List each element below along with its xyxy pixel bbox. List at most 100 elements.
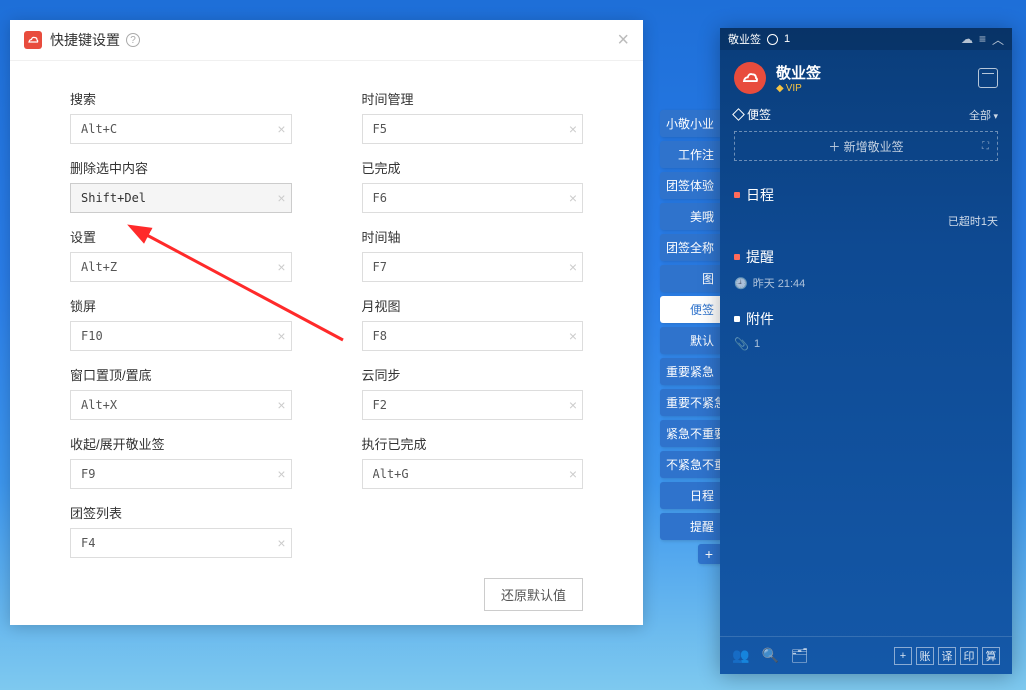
shortcut-input[interactable] bbox=[70, 390, 292, 420]
vip-badge: VIP bbox=[776, 83, 821, 94]
shortcut-input[interactable] bbox=[70, 114, 292, 144]
clear-icon[interactable]: × bbox=[277, 535, 285, 551]
category-tag[interactable]: 默认 bbox=[660, 327, 720, 354]
section-schedule[interactable]: 日程 bbox=[734, 185, 998, 205]
shortcut-label: 删除选中内容 bbox=[70, 158, 292, 177]
clear-icon[interactable]: × bbox=[569, 259, 577, 275]
shortcut-input[interactable] bbox=[70, 321, 292, 351]
shortcut-label: 执行已完成 bbox=[362, 434, 584, 453]
clear-icon[interactable]: × bbox=[569, 328, 577, 344]
clear-icon[interactable]: × bbox=[569, 397, 577, 413]
titlebar-badge: 1 bbox=[784, 33, 790, 45]
shortcut-input[interactable] bbox=[70, 252, 292, 282]
remind-time: 🕘 昨天 21:44 bbox=[734, 275, 998, 291]
clear-icon[interactable]: × bbox=[569, 121, 577, 137]
category-tag[interactable]: 小敬小业 bbox=[660, 110, 720, 137]
tab-notes[interactable]: 便签 bbox=[734, 106, 771, 123]
expand-icon: ⛶ bbox=[982, 141, 989, 152]
shortcut-input[interactable] bbox=[362, 321, 584, 351]
shortcut-input[interactable] bbox=[362, 183, 584, 213]
shortcut-input[interactable] bbox=[70, 459, 292, 489]
help-icon[interactable]: ? bbox=[126, 33, 140, 47]
shortcut-label: 云同步 bbox=[362, 365, 584, 384]
filter-all[interactable]: 全部 bbox=[969, 107, 998, 123]
sidebar-footer: 👥 🔍 🗂 +账译印算 bbox=[720, 636, 1012, 674]
search-icon[interactable]: 🔍 bbox=[761, 647, 778, 664]
clear-icon[interactable]: × bbox=[277, 328, 285, 344]
menu-icon[interactable]: ≡ bbox=[979, 32, 986, 46]
dialog-logo-icon bbox=[24, 31, 42, 49]
add-note-button[interactable]: ＋ 新增敬业签 ⛶ bbox=[734, 131, 998, 161]
shortcut-label: 设置 bbox=[70, 227, 292, 246]
paperclip-icon: 📎 bbox=[734, 337, 749, 351]
add-category-button[interactable]: + bbox=[698, 544, 720, 564]
section-remind[interactable]: 提醒 bbox=[734, 247, 998, 267]
collapse-icon[interactable]: ︿ bbox=[992, 31, 1004, 48]
shortcut-label: 时间轴 bbox=[362, 227, 584, 246]
category-tag[interactable]: 团签体验 bbox=[660, 172, 720, 199]
clear-icon[interactable]: × bbox=[277, 259, 285, 275]
category-tag[interactable]: 日程 bbox=[660, 482, 720, 509]
shortcut-input[interactable] bbox=[362, 459, 584, 489]
shortcut-column-left: 搜索×删除选中内容×设置×锁屏×窗口置顶/置底×收起/展开敬业签×团签列表× bbox=[70, 81, 292, 558]
category-tag[interactable]: 不紧急不重要 bbox=[660, 451, 720, 478]
category-tag[interactable]: 团签全称 bbox=[660, 234, 720, 261]
category-tag[interactable]: 图 bbox=[660, 265, 720, 292]
shortcut-input[interactable] bbox=[362, 252, 584, 282]
category-tag[interactable]: 提醒 bbox=[660, 513, 720, 540]
app-sidebar: 敬业签 1 ☁ ≡ ︿ 敬业签 VIP 便签 全部 ＋ 新增敬业签 ⛶ 日程 已… bbox=[720, 28, 1012, 674]
footer-tool-button[interactable]: + bbox=[894, 647, 912, 665]
category-tag[interactable]: 紧急不重要 bbox=[660, 420, 720, 447]
shortcut-column-right: 时间管理 × 已完成 × 时间轴 × 月视图 × 云同步 × 执行已完成 × bbox=[362, 81, 584, 558]
white-dot-icon bbox=[734, 316, 740, 322]
clock-icon: 🕘 bbox=[734, 277, 748, 290]
diamond-icon bbox=[732, 108, 745, 121]
calendar-icon[interactable] bbox=[978, 68, 998, 88]
category-tag[interactable]: 工作注 bbox=[660, 141, 720, 168]
restore-defaults-button[interactable]: 还原默认值 bbox=[484, 578, 583, 611]
sidebar-tabs: 便签 全部 bbox=[720, 106, 1012, 131]
app-logo bbox=[734, 62, 766, 94]
app-name: 敬业签 bbox=[776, 62, 821, 83]
clear-icon[interactable]: × bbox=[569, 190, 577, 206]
shortcut-label: 已完成 bbox=[362, 158, 584, 177]
shortcut-input[interactable] bbox=[362, 114, 584, 144]
close-icon[interactable]: × bbox=[617, 30, 629, 50]
footer-tool-button[interactable]: 账 bbox=[916, 647, 934, 665]
category-tag[interactable]: 美哦 bbox=[660, 203, 720, 230]
red-dot-icon bbox=[734, 254, 740, 260]
footer-tool-button[interactable]: 印 bbox=[960, 647, 978, 665]
attachment-count: 📎 1 bbox=[734, 337, 998, 351]
shortcut-input[interactable] bbox=[70, 528, 292, 558]
bell-icon[interactable] bbox=[767, 34, 778, 45]
sidebar-titlebar: 敬业签 1 ☁ ≡ ︿ bbox=[720, 28, 1012, 50]
dialog-header: 快捷键设置 ? × bbox=[10, 20, 643, 61]
clear-icon[interactable]: × bbox=[277, 397, 285, 413]
sidebar-header: 敬业签 VIP bbox=[720, 50, 1012, 106]
clear-icon[interactable]: × bbox=[277, 466, 285, 482]
archive-icon[interactable]: 🗂 bbox=[791, 647, 809, 664]
section-attachment[interactable]: 附件 bbox=[734, 309, 998, 329]
shortcut-label: 收起/展开敬业签 bbox=[70, 434, 292, 453]
clear-icon[interactable]: × bbox=[569, 466, 577, 482]
contacts-icon[interactable]: 👥 bbox=[732, 647, 749, 664]
category-tags: 小敬小业工作注团签体验美哦团签全称图便签默认重要紧急重要不紧急紧急不重要不紧急不… bbox=[660, 110, 720, 568]
category-tag[interactable]: 便签 bbox=[660, 296, 720, 323]
red-dot-icon bbox=[734, 192, 740, 198]
schedule-status: 已超时1天 bbox=[734, 213, 998, 229]
shortcut-input[interactable] bbox=[70, 183, 292, 213]
category-tag[interactable]: 重要紧急 bbox=[660, 358, 720, 385]
shortcut-input[interactable] bbox=[362, 390, 584, 420]
shortcut-settings-dialog: 快捷键设置 ? × 搜索×删除选中内容×设置×锁屏×窗口置顶/置底×收起/展开敬… bbox=[10, 20, 643, 625]
category-tag[interactable]: 重要不紧急 bbox=[660, 389, 720, 416]
footer-tool-button[interactable]: 译 bbox=[938, 647, 956, 665]
clear-icon[interactable]: × bbox=[277, 190, 285, 206]
footer-tool-button[interactable]: 算 bbox=[982, 647, 1000, 665]
clear-icon[interactable]: × bbox=[277, 121, 285, 137]
titlebar-app-name: 敬业签 bbox=[728, 31, 761, 47]
shortcut-label: 团签列表 bbox=[70, 503, 292, 522]
shortcut-label: 时间管理 bbox=[362, 89, 584, 108]
cloud-icon[interactable]: ☁ bbox=[961, 32, 973, 46]
shortcut-label: 窗口置顶/置底 bbox=[70, 365, 292, 384]
shortcut-label: 月视图 bbox=[362, 296, 584, 315]
